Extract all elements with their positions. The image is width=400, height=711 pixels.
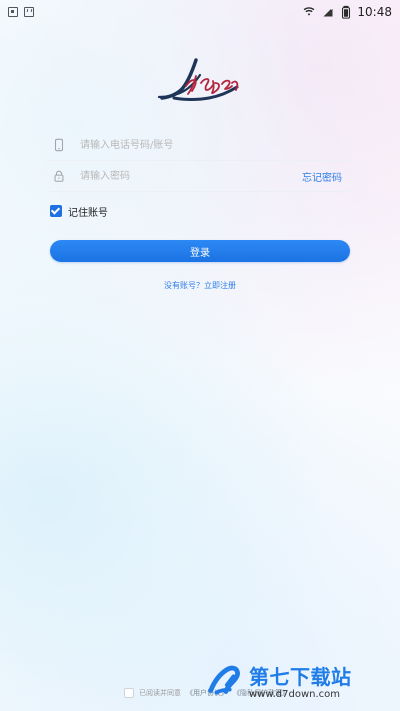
a-box-icon [24, 7, 34, 17]
d7-logo-icon [208, 665, 240, 695]
remember-checkbox[interactable] [50, 205, 62, 217]
password-field-row: 忘记密码 [50, 161, 350, 192]
brand-logo-graphic [157, 58, 239, 101]
sim-icon [8, 7, 18, 17]
phone-field-row [50, 130, 350, 161]
watermark-text: 第七下载站 www.d7down.com [249, 667, 352, 700]
register-link[interactable]: 没有账号？立即注册 [50, 280, 350, 291]
signal-icon [323, 7, 334, 17]
wifi-icon [304, 7, 315, 16]
login-form: 忘记密码 记住账号 登录 没有账号？立即注册 [50, 130, 350, 291]
status-time: 10:48 [357, 5, 392, 19]
battery-icon [342, 5, 351, 19]
remember-label: 记住账号 [68, 207, 108, 219]
remember-row: 记住账号 [50, 202, 350, 220]
forgot-password-link[interactable]: 忘记密码 [302, 169, 342, 184]
status-right: 10:48 [303, 5, 392, 19]
status-left [8, 7, 34, 17]
phone-icon [54, 138, 64, 152]
watermark: 第七下载站 www.d7down.com [205, 658, 395, 708]
agreement-checkbox[interactable] [124, 688, 134, 698]
status-bar: 10:48 [0, 0, 400, 24]
login-button[interactable]: 登录 [50, 240, 350, 262]
brand-logo [152, 55, 244, 107]
watermark-sub-text: www.d7down.com [249, 688, 341, 700]
phone-account-input[interactable] [80, 131, 350, 159]
watermark-main-text: 第七下载站 [249, 664, 352, 689]
agreement-text: 已阅读并同意 [139, 689, 181, 697]
lock-icon [54, 170, 64, 182]
